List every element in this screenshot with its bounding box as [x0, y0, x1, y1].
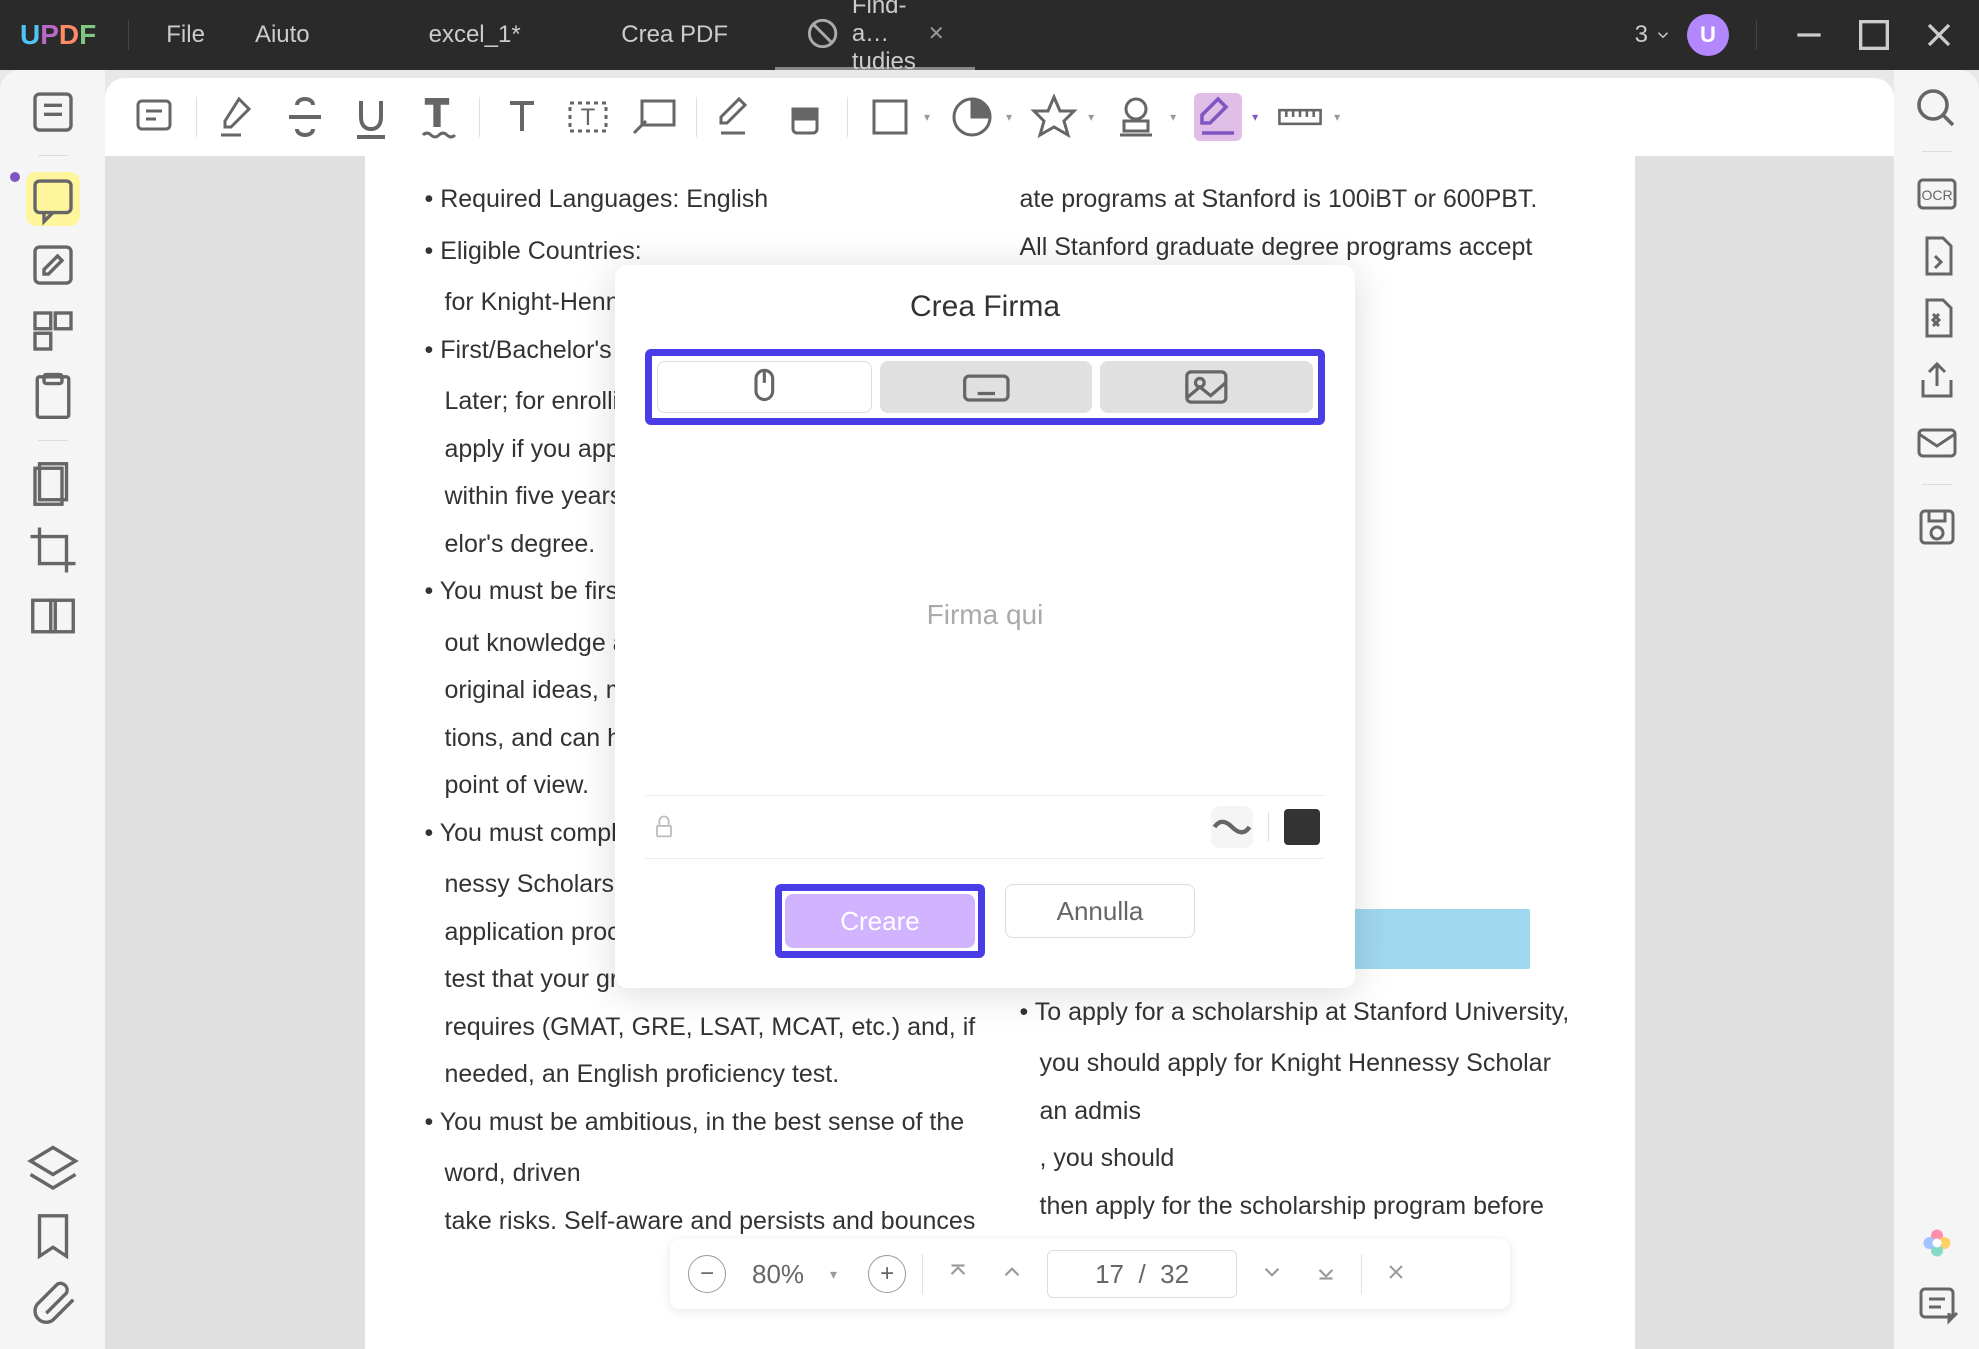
signature-tab-draw[interactable] [657, 361, 872, 413]
convert-icon[interactable] [1913, 232, 1961, 280]
note-icon[interactable] [130, 93, 178, 141]
tab-add-button[interactable] [975, 0, 1015, 70]
chevron-down-icon[interactable]: ▾ [1088, 110, 1094, 124]
app-logo: UPDF [0, 19, 116, 51]
layers-icon[interactable] [26, 1143, 80, 1197]
tabs-container: excel_1* Crea PDF Find-a…tudies ✕ [375, 0, 1015, 70]
svg-text:T: T [581, 104, 596, 131]
lock-icon[interactable] [650, 810, 678, 844]
next-page-icon[interactable] [1253, 1259, 1291, 1290]
signature-icon[interactable] [1194, 93, 1242, 141]
underline-icon[interactable] [347, 93, 395, 141]
sidebar-right: OCR [1894, 70, 1979, 1349]
zoom-bar: − 80% ▾ + [670, 1239, 1510, 1309]
email-icon[interactable] [1913, 418, 1961, 466]
save-icon[interactable] [1913, 503, 1961, 551]
minimize-button[interactable] [1784, 15, 1834, 55]
zoom-level[interactable]: 80% [742, 1259, 814, 1290]
zoom-out-button[interactable]: − [688, 1255, 726, 1293]
last-page-icon[interactable] [1307, 1259, 1345, 1290]
chevron-down-icon[interactable]: ▾ [1170, 110, 1176, 124]
text-icon[interactable] [498, 93, 546, 141]
modal-title: Crea Firma [645, 290, 1325, 324]
callout-icon[interactable] [630, 93, 678, 141]
keyboard-icon [880, 361, 1093, 413]
textbox-icon[interactable]: T [564, 93, 612, 141]
page-input[interactable] [1047, 1250, 1237, 1298]
comment-icon[interactable] [26, 172, 80, 226]
svg-text:OCR: OCR [1921, 187, 1952, 203]
sticker-icon[interactable] [948, 93, 996, 141]
prev-page-icon[interactable] [993, 1259, 1031, 1290]
ruler-icon[interactable] [1276, 93, 1324, 141]
color-swatch[interactable] [1284, 809, 1320, 845]
tab-excel[interactable]: excel_1* [375, 0, 575, 70]
create-button-highlight: Creare [775, 884, 985, 958]
close-button[interactable] [1914, 15, 1964, 55]
tab-crea-pdf[interactable]: Crea PDF [575, 0, 775, 70]
create-signature-modal: Crea Firma Firma qui Creare [615, 265, 1355, 988]
seal-icon[interactable] [1112, 93, 1160, 141]
search-icon[interactable] [1913, 85, 1961, 133]
first-page-icon[interactable] [939, 1259, 977, 1290]
compare-icon[interactable] [26, 589, 80, 643]
mouse-icon [658, 362, 871, 412]
titlebar: UPDF File Aiuto excel_1* Crea PDF Find-a… [0, 0, 1979, 70]
highlight-icon[interactable] [215, 93, 263, 141]
image-icon [1100, 361, 1313, 413]
strikethrough-icon[interactable] [281, 93, 329, 141]
share-icon[interactable] [1913, 356, 1961, 404]
signature-method-tabs-highlight [645, 349, 1325, 425]
cancel-button[interactable]: Annulla [1005, 884, 1195, 938]
edit-icon[interactable] [26, 238, 80, 292]
close-zoombar-icon[interactable] [1378, 1260, 1414, 1289]
signature-tab-type[interactable] [880, 361, 1093, 413]
annotation-toolbar: T T ▾ ▾ ▾ ▾ ▾ ▾ [105, 78, 1894, 156]
tab-count[interactable]: 3 [1635, 21, 1672, 49]
tab-close-icon[interactable]: ✕ [928, 21, 945, 46]
page-tools-icon[interactable] [26, 457, 80, 511]
organize-icon[interactable] [26, 304, 80, 358]
print-icon[interactable] [1913, 1281, 1961, 1329]
signature-canvas[interactable]: Firma qui [645, 435, 1325, 795]
stamp-icon[interactable] [1030, 93, 1078, 141]
tab-find-studies[interactable]: Find-a…tudies ✕ [775, 0, 975, 70]
crop-icon[interactable] [26, 523, 80, 577]
stroke-style-button[interactable] [1211, 806, 1253, 848]
attachment-icon[interactable] [26, 1275, 80, 1329]
signature-toolbar [645, 795, 1325, 859]
pencil-icon[interactable] [715, 93, 763, 141]
menu-help[interactable]: Aiuto [230, 21, 335, 49]
eraser-icon[interactable] [781, 93, 829, 141]
compress-icon[interactable] [1913, 294, 1961, 342]
maximize-button[interactable] [1849, 15, 1899, 55]
chevron-down-icon[interactable]: ▾ [924, 110, 930, 124]
create-button[interactable]: Creare [785, 894, 975, 948]
chevron-down-icon[interactable]: ▾ [1334, 110, 1340, 124]
user-avatar[interactable]: U [1687, 14, 1729, 56]
ai-icon[interactable] [1913, 1219, 1961, 1267]
menu-file[interactable]: File [141, 21, 230, 49]
zoom-dropdown[interactable]: ▾ [830, 1266, 852, 1283]
ocr-icon[interactable]: OCR [1913, 170, 1961, 218]
shape-icon[interactable] [866, 93, 914, 141]
form-icon[interactable] [26, 370, 80, 424]
unavailable-icon [805, 0, 840, 67]
bookmark-icon[interactable] [26, 1209, 80, 1263]
reader-icon[interactable] [26, 85, 80, 139]
chevron-down-icon[interactable]: ▾ [1252, 110, 1258, 124]
squiggly-icon[interactable]: T [413, 93, 461, 141]
sidebar-left [0, 70, 105, 1349]
zoom-in-button[interactable]: + [868, 1255, 906, 1293]
chevron-down-icon[interactable]: ▾ [1006, 110, 1012, 124]
svg-text:T: T [426, 93, 448, 133]
signature-tab-image[interactable] [1100, 361, 1313, 413]
